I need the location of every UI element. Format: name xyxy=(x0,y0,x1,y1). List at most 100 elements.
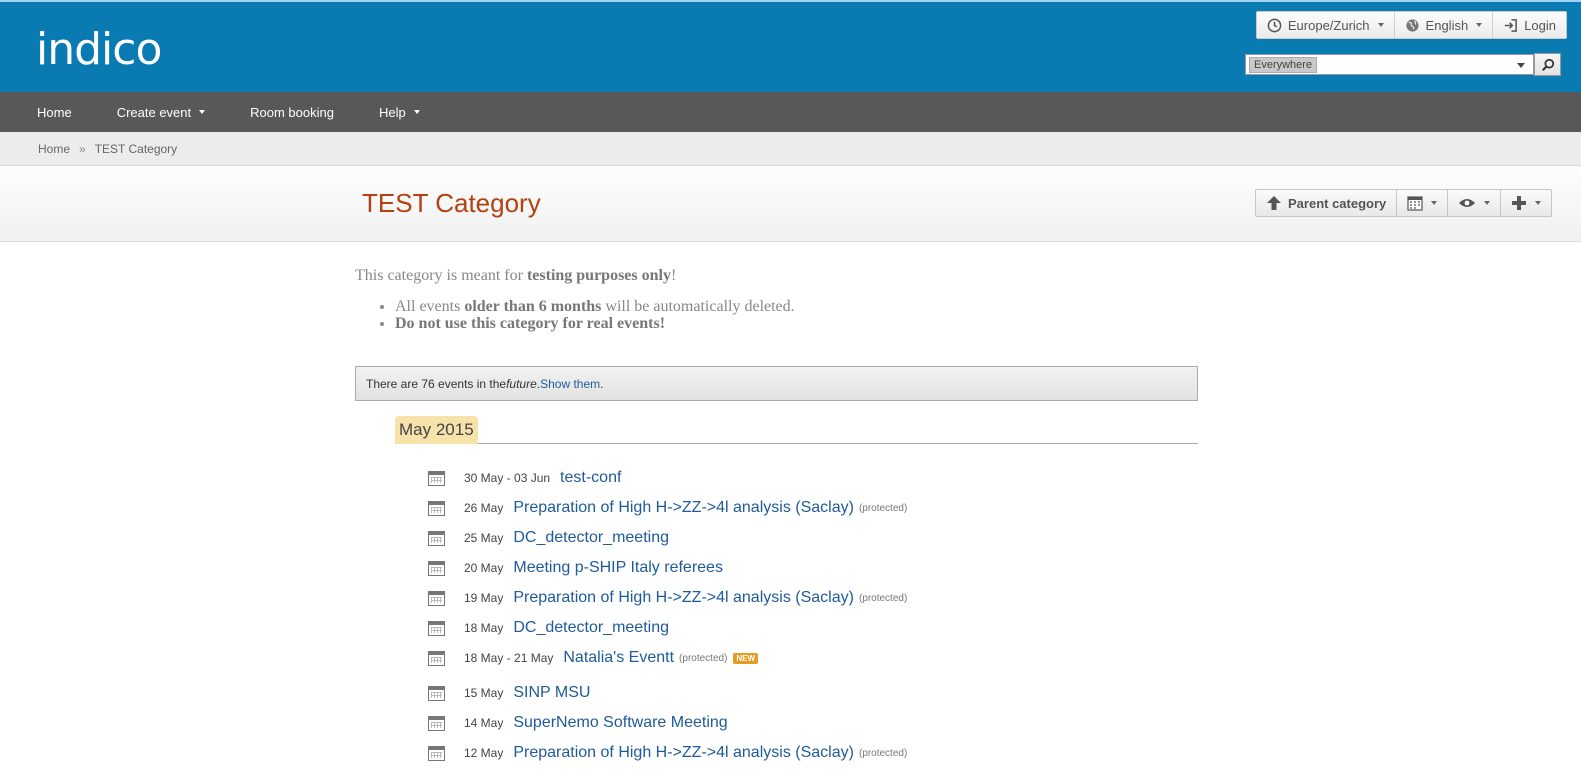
description-intro: This category is meant for testing purpo… xyxy=(355,267,677,284)
main-navigation: Home Create event Room booking Help xyxy=(0,92,1581,132)
event-title-link[interactable]: SuperNemo Software Meeting xyxy=(513,714,727,732)
arrow-up-icon xyxy=(1267,196,1281,210)
indico-logo[interactable]: indico xyxy=(36,19,162,79)
search-scope-tag[interactable]: Everywhere xyxy=(1249,56,1318,73)
calendar-icon xyxy=(428,560,445,576)
page-title: TEST Category xyxy=(362,188,541,218)
breadcrumb-current: TEST Category xyxy=(94,141,178,156)
event-date: 18 May xyxy=(464,621,504,635)
notice-italic: future xyxy=(506,376,537,391)
description-list: All events older than 6 months will be a… xyxy=(395,298,795,332)
event-date: 25 May xyxy=(464,531,504,545)
event-title-link[interactable]: Meeting p-SHIP Italy referees xyxy=(513,559,723,577)
session-bar: Europe/Zurich English Login xyxy=(1255,11,1567,39)
month-divider xyxy=(395,443,1198,444)
login-icon xyxy=(1505,18,1518,32)
chevron-down-icon xyxy=(1535,201,1542,205)
nav-room-booking[interactable]: Room booking xyxy=(250,105,334,120)
clock-icon xyxy=(1267,18,1282,32)
calendar-menu-button[interactable] xyxy=(1397,190,1449,216)
description-bullet: All events older than 6 months will be a… xyxy=(395,298,795,315)
event-title-link[interactable]: Preparation of High H->ZZ->4l analysis (… xyxy=(513,499,854,517)
event-title-link[interactable]: SINP MSU xyxy=(513,684,590,702)
list-item: 26 May Preparation of High H->ZZ->4l ana… xyxy=(428,493,907,523)
logo-text: indico xyxy=(36,23,162,75)
list-item: 18 May DC_detector_meeting xyxy=(428,613,669,643)
show-future-events-link[interactable]: Show them xyxy=(540,377,600,391)
timezone-label: Europe/Zurich xyxy=(1287,17,1370,33)
calendar-icon xyxy=(428,745,445,761)
timezone-button[interactable]: Europe/Zurich xyxy=(1256,12,1395,38)
chevron-down-icon xyxy=(1377,23,1384,27)
new-badge: NEW xyxy=(733,652,759,664)
nav-home[interactable]: Home xyxy=(37,105,72,120)
event-title-link[interactable]: DC_detector_meeting xyxy=(513,529,669,547)
breadcrumb-home[interactable]: Home xyxy=(38,142,70,156)
protected-label: (protected) xyxy=(858,747,908,759)
event-title-link[interactable]: Preparation of High H->ZZ->4l analysis (… xyxy=(513,744,854,762)
event-title-link[interactable]: test-conf xyxy=(560,469,621,487)
event-date: 19 May xyxy=(464,591,504,605)
calendar-icon xyxy=(428,530,445,546)
calendar-icon xyxy=(428,500,445,516)
language-button[interactable]: English xyxy=(1394,12,1494,38)
category-header: TEST Category Parent category xyxy=(0,166,1581,242)
nav-room-booking-label: Room booking xyxy=(250,104,334,120)
list-item: 14 May SuperNemo Software Meeting xyxy=(428,708,728,738)
protected-label: (protected) xyxy=(679,652,728,664)
parent-category-button[interactable]: Parent category xyxy=(1256,190,1398,216)
list-item: 12 May Preparation of High H->ZZ->4l ana… xyxy=(428,738,907,768)
list-item: 30 May - 03 Jun test-conf xyxy=(428,463,621,493)
protected-label: (protected) xyxy=(858,502,908,514)
chevron-down-icon xyxy=(413,110,420,114)
breadcrumb-separator: » xyxy=(79,141,86,156)
event-date: 18 May - 21 May xyxy=(464,651,554,665)
list-item: 20 May Meeting p-SHIP Italy referees xyxy=(428,553,723,583)
list-item: 18 May - 21 May Natalia's Eventt (protec… xyxy=(428,643,759,673)
chevron-down-icon xyxy=(1484,201,1491,205)
notice-text: . xyxy=(600,376,604,391)
globe-icon xyxy=(1405,18,1419,32)
search-button[interactable] xyxy=(1534,53,1561,76)
event-title-link[interactable]: Preparation of High H->ZZ->4l analysis (… xyxy=(513,589,854,607)
list-item: 15 May SINP MSU xyxy=(428,678,590,708)
chevron-down-icon xyxy=(199,110,206,114)
event-title-link[interactable]: Natalia's Eventt xyxy=(563,649,674,667)
login-button[interactable]: Login xyxy=(1493,12,1566,38)
add-menu-button[interactable] xyxy=(1501,190,1551,216)
event-date: 30 May - 03 Jun xyxy=(464,471,551,485)
future-events-notice: There are 76 events in the future. Show … xyxy=(355,366,1198,401)
language-label: English xyxy=(1425,17,1469,33)
eye-icon xyxy=(1459,199,1476,207)
category-description: This category is meant for testing purpo… xyxy=(355,266,795,332)
chevron-down-icon xyxy=(1476,23,1483,27)
view-menu-button[interactable] xyxy=(1448,190,1502,216)
protected-label: (protected) xyxy=(858,592,908,604)
nav-create-event-label: Create event xyxy=(116,104,192,120)
list-item: 19 May Preparation of High H->ZZ->4l ana… xyxy=(428,583,907,613)
list-item: 25 May DC_detector_meeting xyxy=(428,523,669,553)
search-input[interactable]: Everywhere xyxy=(1245,54,1534,75)
event-date: 26 May xyxy=(464,501,504,515)
event-date: 15 May xyxy=(464,686,504,700)
nav-create-event[interactable]: Create event xyxy=(116,104,206,120)
search-icon xyxy=(1541,58,1554,71)
plus-icon xyxy=(1512,196,1527,210)
notice-text: There are 76 events in the xyxy=(366,376,507,391)
login-label: Login xyxy=(1524,17,1556,33)
calendar-icon xyxy=(428,685,445,701)
search-scope-dropdown-icon[interactable] xyxy=(1517,63,1525,68)
calendar-icon xyxy=(428,470,445,486)
breadcrumb: Home » TEST Category xyxy=(0,132,1581,166)
nav-help-label: Help xyxy=(378,104,406,120)
event-date: 12 May xyxy=(464,746,504,760)
nav-help[interactable]: Help xyxy=(379,105,420,120)
calendar-icon xyxy=(428,590,445,606)
parent-category-label: Parent category xyxy=(1288,195,1387,211)
event-date: 20 May xyxy=(464,561,504,575)
category-toolbar: Parent category xyxy=(1255,189,1553,217)
calendar-icon xyxy=(428,715,445,731)
calendar-icon xyxy=(428,620,445,636)
calendar-icon xyxy=(1407,195,1423,211)
event-title-link[interactable]: DC_detector_meeting xyxy=(513,619,669,637)
